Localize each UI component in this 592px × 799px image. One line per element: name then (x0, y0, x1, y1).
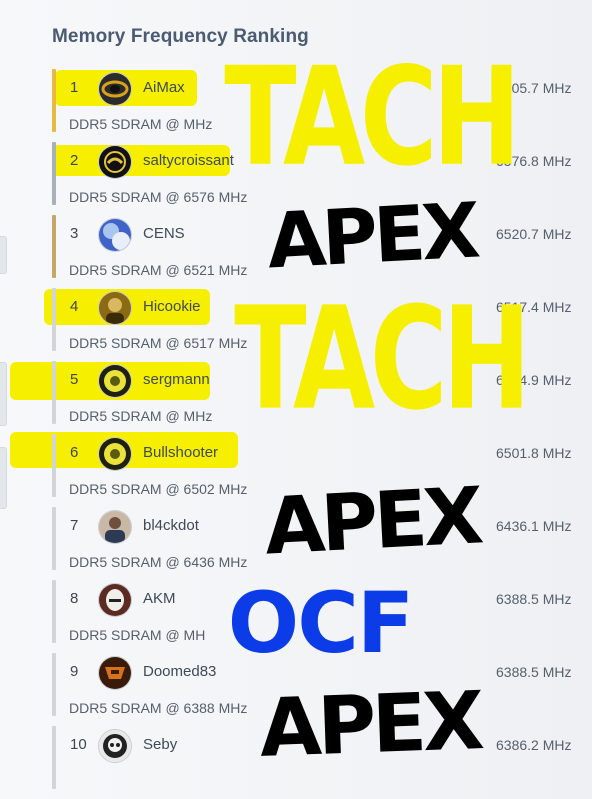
frequency-value: 6501.8 MHz (496, 445, 572, 461)
memory-type-label: DDR5 SDRAM @ 6502 MHz (69, 481, 248, 497)
blue-artwork-avatar[interactable] (98, 218, 132, 252)
ranking-row[interactable]: 7 bl4ckdot 6436.1 MHz DDR5 SDRAM @ 6436 MHz (52, 507, 592, 580)
rank-number: 7 (70, 517, 79, 534)
rank-number: 6 (70, 444, 79, 461)
rank-number: 2 (70, 152, 79, 169)
ranking-row[interactable]: 10 Seby 6386.2 MHz (52, 726, 592, 799)
memory-type-label: DDR5 SDRAM @ 6517 MHz (69, 335, 248, 351)
yellow-logo-avatar[interactable] (98, 364, 132, 398)
page-title: Memory Frequency Ranking (52, 26, 309, 47)
frequency-value: 6436.1 MHz (496, 518, 572, 534)
ranking-row[interactable]: 3 CENS 6520.7 MHz DDR5 SDRAM @ 6521 MHz (52, 215, 592, 288)
memory-type-label: DDR5 SDRAM @ 6436 MHz (69, 554, 248, 570)
rank-accent-bar (52, 142, 56, 205)
memory-type-label: DDR5 SDRAM @ 6388 MHz (69, 700, 248, 716)
rank-number: 5 (70, 371, 79, 388)
user-name-link[interactable]: Bullshooter (143, 444, 218, 461)
skull-avatar[interactable] (98, 729, 132, 763)
aimax-logo-avatar[interactable] (98, 72, 132, 106)
rank-accent-bar (52, 215, 56, 278)
rank-accent-bar (52, 361, 56, 424)
user-name-link[interactable]: Hicookie (143, 298, 201, 315)
frequency-value: 6388.5 MHz (496, 591, 572, 607)
rank-accent-bar (52, 653, 56, 716)
person-photo-avatar[interactable] (98, 510, 132, 544)
rank-number: 10 (70, 736, 87, 753)
rank-accent-bar (52, 726, 56, 789)
croissant-emblem-avatar[interactable] (98, 145, 132, 179)
portrait-avatar[interactable] (98, 291, 132, 325)
rank-number: 8 (70, 590, 79, 607)
user-name-link[interactable]: Doomed83 (143, 663, 216, 680)
page: Memory Frequency Ranking 1 AiMax 6605.7 MH… (0, 0, 592, 789)
rank-accent-bar (52, 580, 56, 643)
user-name-link[interactable]: CENS (143, 225, 185, 242)
user-name-link[interactable]: bl4ckdot (143, 517, 199, 534)
rank-accent-bar (52, 69, 56, 132)
trooper-helmet-avatar[interactable] (98, 583, 132, 617)
rank-number: 4 (70, 298, 79, 315)
memory-type-label: DDR5 SDRAM @ 6576 MHz (69, 189, 248, 205)
ranking-row[interactable]: 8 AKM 6388.5 MHz DDR5 SDRAM @ MH (52, 580, 592, 653)
ranking-list: 1 AiMax 6605.7 MHz DDR5 SDRAM @ MHz 2 saltycr… (52, 69, 592, 799)
side-panel-tab[interactable] (0, 236, 7, 274)
side-panel-tab[interactable] (0, 362, 7, 426)
user-name-link[interactable]: saltycroissant (143, 152, 234, 169)
frequency-value: 6504.9 MHz (496, 372, 572, 388)
user-name-link[interactable]: AiMax (143, 79, 185, 96)
memory-type-label: DDR5 SDRAM @ MHz (69, 116, 213, 132)
rank-accent-bar (52, 434, 56, 497)
ranking-row[interactable]: 1 AiMax 6605.7 MHz DDR5 SDRAM @ MHz (52, 69, 592, 142)
ranking-row[interactable]: 5 sergmann 6504.9 MHz DDR5 SDRAM @ MHz (52, 361, 592, 434)
frequency-value: 6386.2 MHz (496, 737, 572, 753)
frequency-value: 6605.7 MHz (496, 80, 572, 96)
rank-number: 3 (70, 225, 79, 242)
doom-logo-avatar[interactable] (98, 656, 132, 690)
rank-number: 9 (70, 663, 79, 680)
ranking-row[interactable]: 9 Doomed83 6388.5 MHz DDR5 SDRAM @ 6388 MHz (52, 653, 592, 726)
frequency-value: 6520.7 MHz (496, 226, 572, 242)
ranking-row[interactable]: 2 saltycroissant 6576.8 MHz DDR5 SDRAM @ 65… (52, 142, 592, 215)
rank-accent-bar (52, 288, 56, 351)
frequency-value: 6576.8 MHz (496, 153, 572, 169)
user-name-link[interactable]: AKM (143, 590, 176, 607)
rank-accent-bar (52, 507, 56, 570)
yellow-logo-avatar[interactable] (98, 437, 132, 471)
frequency-value: 6517.4 MHz (496, 299, 572, 315)
memory-type-label: DDR5 SDRAM @ 6521 MHz (69, 262, 248, 278)
memory-type-label: DDR5 SDRAM @ MHz (69, 408, 213, 424)
ranking-row[interactable]: 4 Hicookie 6517.4 MHz DDR5 SDRAM @ 6517 MHz (52, 288, 592, 361)
frequency-value: 6388.5 MHz (496, 664, 572, 680)
user-name-link[interactable]: Seby (143, 736, 177, 753)
ranking-row[interactable]: 6 Bullshooter 6501.8 MHz DDR5 SDRAM @ 6502 … (52, 434, 592, 507)
rank-number: 1 (70, 79, 79, 96)
memory-type-label: DDR5 SDRAM @ MH (69, 627, 206, 643)
user-name-link[interactable]: sergmann (143, 371, 210, 388)
side-panel-tab[interactable] (0, 447, 7, 509)
